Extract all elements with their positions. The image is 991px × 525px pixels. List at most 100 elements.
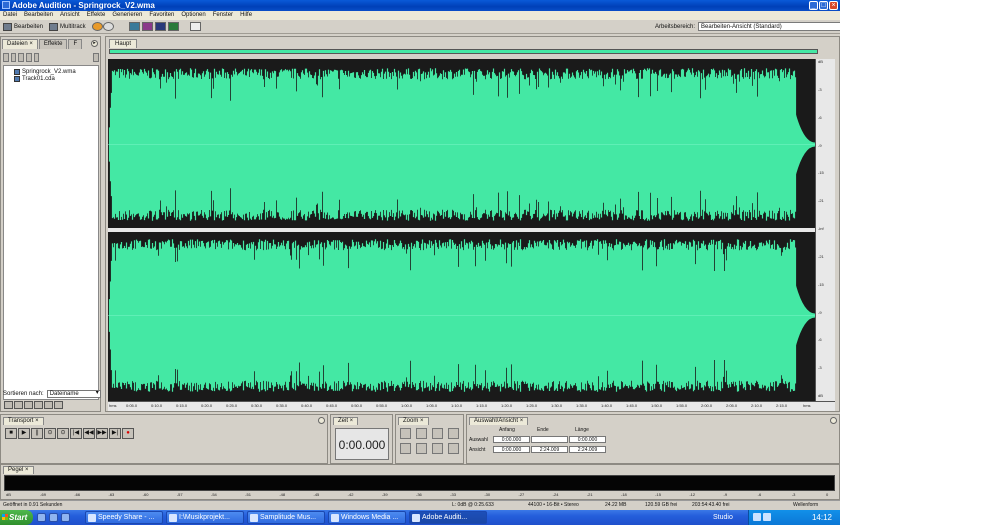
rewind-button[interactable]: ◀◀ bbox=[83, 428, 95, 439]
waveform-display[interactable] bbox=[108, 59, 815, 401]
taskbar-item-samplitude[interactable]: Samplitude Mus... bbox=[247, 511, 325, 524]
selection-start-field[interactable]: 0:00.000 bbox=[493, 436, 530, 443]
menu-effekte[interactable]: Effekte bbox=[87, 11, 106, 20]
tab-dateien[interactable]: Dateien × bbox=[2, 39, 38, 49]
selection-view-panel: Auswahl/Ansicht × Anfang Ende Länge Ausw… bbox=[466, 414, 840, 464]
timeline-tick-label: 2:00.0 bbox=[701, 403, 713, 408]
window-title: Adobe Audition - Springrock_V2.wma bbox=[12, 1, 155, 10]
import-file-icon[interactable] bbox=[10, 52, 17, 62]
cd-burn-icon[interactable] bbox=[103, 22, 114, 31]
stop-button[interactable]: ■ bbox=[5, 428, 17, 439]
pegel-tab[interactable]: Pegel × bbox=[3, 466, 34, 474]
tab-haupt[interactable]: Haupt bbox=[109, 39, 138, 48]
go-to-start-button[interactable]: |◀ bbox=[70, 428, 82, 439]
tab-effekte[interactable]: Effekte bbox=[38, 39, 68, 49]
menu-datei[interactable]: Datei bbox=[3, 11, 17, 20]
go-to-end-button[interactable]: ▶| bbox=[109, 428, 121, 439]
level-meter-scale: dB -69 -66 -63 -60 -57 -54 -51 -48 -45 -42 -39 -36 -3… bbox=[4, 492, 835, 499]
level-meter-panel: Pegel × dB -69 -66 -63 -60 -57 -54 -51 -48 -45 -42… bbox=[0, 464, 840, 500]
view-end-field[interactable]: 2:24.009 bbox=[531, 446, 568, 453]
view-length-field[interactable]: 2:24.009 bbox=[569, 446, 606, 453]
selection-menu-icon[interactable] bbox=[830, 417, 837, 424]
taskbar-item-windows-media[interactable]: Windows Media ... bbox=[328, 511, 406, 524]
time-ruler[interactable]: hms 0:05.0 0:10.0 0:15.0 0:20.0 0:25.0 0:30.0 0… bbox=[108, 401, 835, 411]
tab-favoriten[interactable]: F bbox=[68, 39, 83, 49]
transport-tab[interactable]: Transport × bbox=[3, 417, 44, 425]
selection-length-field[interactable]: 0:00.000 bbox=[569, 436, 606, 443]
workspace-select[interactable]: Bearbeiten-Ansicht (Standard) bbox=[698, 22, 840, 31]
timeline-tick-label: 0:10.0 bbox=[151, 403, 163, 408]
taskbar-item-audition[interactable]: Adobe Auditi... bbox=[409, 511, 487, 524]
zoom-out-vertical-icon[interactable] bbox=[448, 443, 459, 454]
menu-optionen[interactable]: Optionen bbox=[181, 11, 205, 20]
network-icon[interactable] bbox=[753, 513, 761, 521]
selection-tab[interactable]: Auswahl/Ansicht × bbox=[469, 417, 529, 425]
start-button[interactable]: Start bbox=[0, 510, 33, 525]
close-file-icon[interactable] bbox=[18, 52, 25, 62]
db-label: dB bbox=[818, 59, 823, 64]
show-video-icon[interactable] bbox=[24, 401, 33, 409]
maximize-button[interactable]: □ bbox=[819, 1, 828, 10]
edit-file-icon[interactable] bbox=[33, 52, 40, 62]
menu-bearbeiten[interactable]: Bearbeiten bbox=[24, 11, 53, 20]
cd-view-icon[interactable] bbox=[92, 22, 103, 31]
fast-forward-button[interactable]: ▶▶ bbox=[96, 428, 108, 439]
pause-button[interactable]: || bbox=[31, 428, 43, 439]
sort-label: Sortieren nach: bbox=[3, 391, 44, 397]
zoom-in-horizontal-icon[interactable] bbox=[400, 428, 411, 439]
scrub-tool-icon[interactable] bbox=[203, 22, 214, 31]
show-audio-icon[interactable] bbox=[4, 401, 13, 409]
taskbar-item-speedyshare[interactable]: Speedy Share - ... bbox=[85, 511, 163, 524]
waveform-view-icon[interactable] bbox=[129, 22, 140, 31]
firefox-icon[interactable] bbox=[49, 513, 58, 522]
time-tab[interactable]: Zeit × bbox=[333, 417, 359, 425]
timeline-tick-label: 2:15.0 bbox=[776, 403, 788, 408]
meter-scale-label: -57 bbox=[176, 492, 183, 497]
menu-favoriten[interactable]: Favoriten bbox=[149, 11, 174, 20]
zoom-selection-icon[interactable] bbox=[416, 443, 427, 454]
volume-icon[interactable] bbox=[763, 513, 771, 521]
show-loops-icon[interactable] bbox=[34, 401, 43, 409]
menu-generieren[interactable]: Generieren bbox=[112, 11, 142, 20]
files-panel: Dateien × Effekte F ▸ Springrock_V2.wma … bbox=[0, 36, 101, 412]
zoom-tab[interactable]: Zoom × bbox=[398, 417, 429, 425]
edit-view-button[interactable]: Bearbeiten bbox=[3, 22, 43, 32]
open-file-icon[interactable] bbox=[3, 52, 9, 62]
spectral-pan-icon[interactable] bbox=[155, 22, 166, 31]
close-button[interactable]: × bbox=[829, 1, 838, 10]
zoom-out-full-icon[interactable] bbox=[432, 428, 443, 439]
media-icon[interactable] bbox=[61, 513, 70, 522]
list-item[interactable]: Springrock_V2.wma bbox=[4, 68, 98, 75]
record-button[interactable]: ● bbox=[122, 428, 134, 439]
waveform-overview[interactable] bbox=[109, 49, 818, 54]
time-selection-tool-icon[interactable] bbox=[190, 22, 201, 31]
taskbar-item-explorer[interactable]: I:\Musikprojekt... bbox=[166, 511, 244, 524]
list-item[interactable]: Track01.cda bbox=[4, 75, 98, 82]
menu-hilfe[interactable]: Hilfe bbox=[240, 11, 252, 20]
show-path-icon[interactable] bbox=[44, 401, 53, 409]
play-to-end-button[interactable]: ⊙ bbox=[44, 428, 56, 439]
spectral-view-icon[interactable] bbox=[142, 22, 153, 31]
zoom-out-horizontal-icon[interactable] bbox=[416, 428, 427, 439]
ie-icon[interactable] bbox=[37, 513, 46, 522]
loop-play-button[interactable]: ⊙ bbox=[57, 428, 69, 439]
autoplay-icon[interactable] bbox=[93, 52, 100, 62]
zoom-in-vertical-icon[interactable] bbox=[432, 443, 443, 454]
language-indicator[interactable]: Studio bbox=[713, 510, 733, 525]
multitrack-view-button[interactable]: Multitrack bbox=[49, 22, 86, 32]
sort-select[interactable]: Dateiname bbox=[46, 390, 101, 398]
view-start-field[interactable]: 0:00.000 bbox=[493, 446, 530, 453]
minimize-button[interactable]: _ bbox=[809, 1, 818, 10]
zoom-in-end-icon[interactable] bbox=[400, 443, 411, 454]
insert-multitrack-icon[interactable] bbox=[26, 52, 32, 62]
transport-menu-icon[interactable] bbox=[318, 417, 325, 424]
menu-fenster[interactable]: Fenster bbox=[213, 11, 233, 20]
spectral-phase-icon[interactable] bbox=[168, 22, 179, 31]
panel-menu-icon[interactable]: ▸ bbox=[91, 40, 98, 47]
menu-ansicht[interactable]: Ansicht bbox=[60, 11, 80, 20]
show-markers-icon[interactable] bbox=[54, 401, 63, 409]
play-button[interactable]: ▶ bbox=[18, 428, 30, 439]
zoom-in-start-icon[interactable] bbox=[448, 428, 459, 439]
selection-end-field[interactable] bbox=[531, 436, 568, 443]
show-midi-icon[interactable] bbox=[14, 401, 23, 409]
